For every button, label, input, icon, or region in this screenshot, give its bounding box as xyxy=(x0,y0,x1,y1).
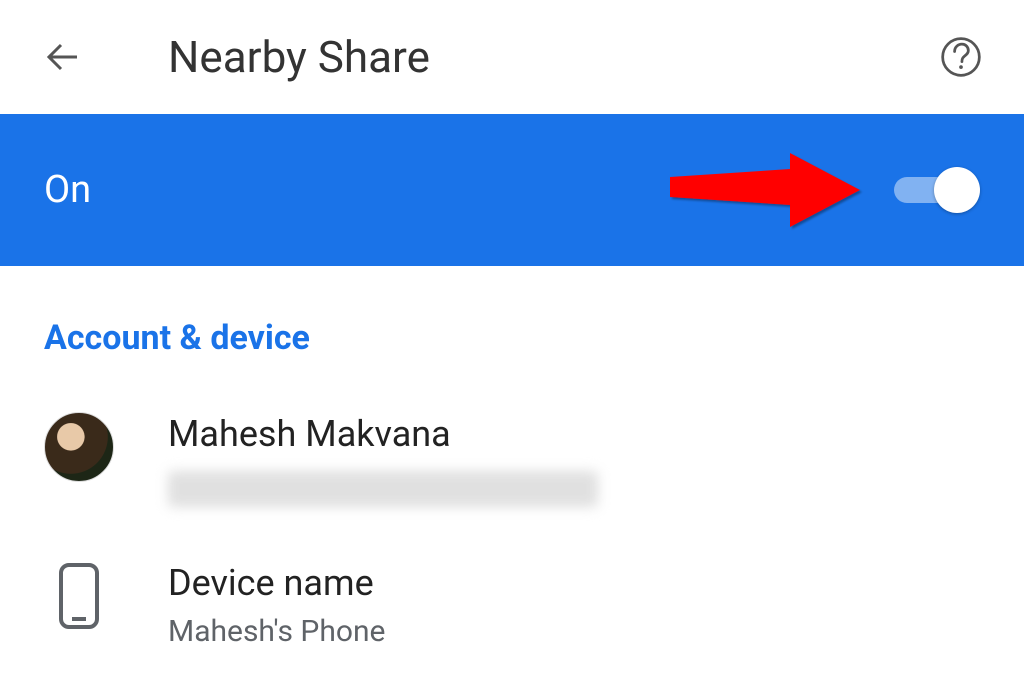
device-icon-wrap xyxy=(44,561,114,631)
master-toggle-row[interactable]: On xyxy=(0,114,1024,266)
section-heading: Account & device xyxy=(44,318,980,358)
device-name-value: Mahesh's Phone xyxy=(168,614,385,649)
header-bar: Nearby Share xyxy=(0,0,1024,114)
toggle-status-label: On xyxy=(44,168,91,212)
account-avatar xyxy=(44,412,114,482)
help-button[interactable] xyxy=(934,30,988,84)
annotation-arrow-icon xyxy=(660,145,870,235)
phone-icon xyxy=(55,561,103,631)
device-name-row[interactable]: Device name Mahesh's Phone xyxy=(44,543,980,685)
avatar-image xyxy=(44,412,114,482)
help-icon xyxy=(939,35,983,79)
device-name-label: Device name xyxy=(168,561,385,606)
account-row[interactable]: Mahesh Makvana xyxy=(44,394,980,543)
account-texts: Mahesh Makvana xyxy=(168,412,598,507)
account-name: Mahesh Makvana xyxy=(168,412,598,457)
toggle-thumb xyxy=(934,167,980,213)
master-toggle-switch[interactable] xyxy=(894,167,980,213)
back-arrow-icon xyxy=(43,37,83,77)
account-device-section: Account & device Mahesh Makvana Device n… xyxy=(0,266,1024,685)
back-button[interactable] xyxy=(36,30,90,84)
page-title: Nearby Share xyxy=(168,31,430,83)
account-email-redacted xyxy=(168,471,598,507)
device-texts: Device name Mahesh's Phone xyxy=(168,561,385,649)
